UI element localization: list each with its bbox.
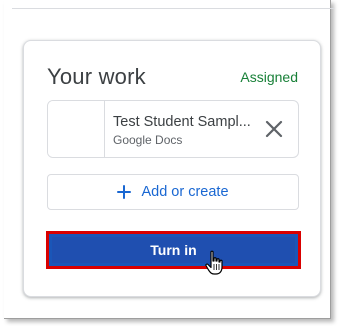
turn-in-highlight: Turn in (46, 231, 301, 269)
hand-pointer-cursor-icon (205, 250, 223, 275)
add-or-create-button[interactable]: Add or create (47, 174, 299, 210)
card-title: Your work (47, 64, 146, 89)
turn-in-label: Turn in (150, 242, 197, 258)
attachment-item[interactable]: Test Student Sampl... Google Docs (47, 100, 299, 158)
top-divider (12, 8, 334, 9)
attachment-thumbnail (48, 101, 105, 157)
screenshot-frame: Your work Assigned Test Student Sampl...… (4, 0, 334, 319)
close-icon (265, 120, 283, 138)
attachment-name: Test Student Sampl... (113, 114, 251, 130)
plus-icon (117, 185, 132, 199)
attachment-type: Google Docs (113, 133, 183, 147)
remove-attachment-button[interactable] (262, 117, 286, 141)
add-or-create-label: Add or create (141, 184, 229, 200)
status-badge: Assigned (240, 69, 298, 85)
your-work-card: Your work Assigned Test Student Sampl...… (23, 40, 321, 297)
turn-in-button[interactable]: Turn in (52, 237, 295, 263)
